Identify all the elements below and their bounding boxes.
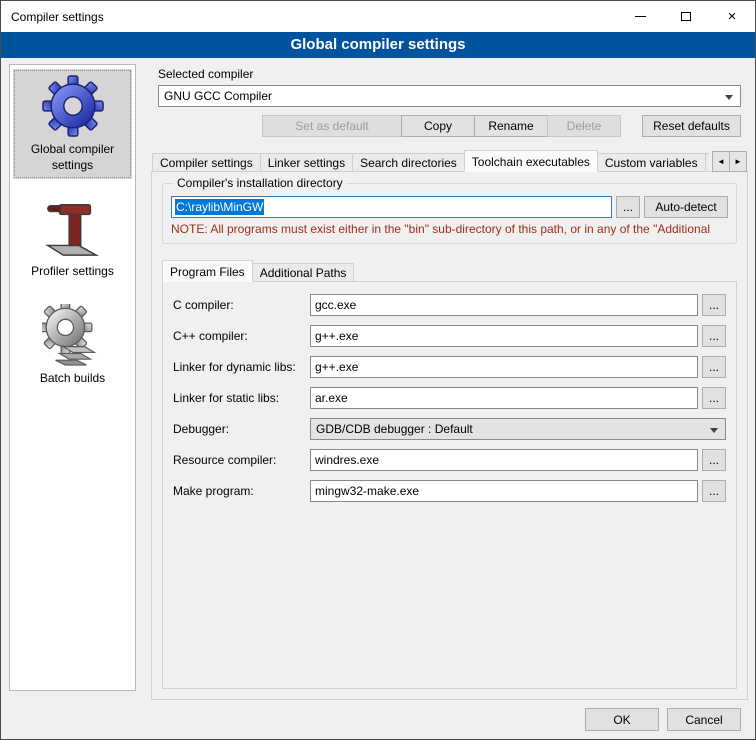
program-files-panel: C compiler: ... C++ compiler: ... Linker… [162,281,737,689]
maximize-button[interactable] [663,1,709,32]
installation-directory-row: C:\raylib\MinGW ... Auto-detect [171,196,728,218]
scroll-tabs-left-icon[interactable]: ◄ [712,151,730,172]
copy-button[interactable]: Copy [401,115,475,137]
installation-directory-groupbox: Compiler's installation directory C:\ray… [162,176,737,244]
browse-resource-compiler-button[interactable]: ... [702,449,726,471]
debugger-select[interactable]: GDB/CDB debugger : Default [310,418,726,440]
tab-scroll-arrows: ◄ ► [713,151,747,172]
auto-detect-button[interactable]: Auto-detect [644,196,728,218]
field-label: C compiler: [173,298,310,312]
field-label: C++ compiler: [173,329,310,343]
field-row-make-program: Make program: ... [173,480,726,502]
sidebar-item-label: Batch builds [40,371,105,387]
installation-directory-legend: Compiler's installation directory [173,176,347,190]
selected-path-text: C:\raylib\MinGW [175,199,264,215]
subtab-program-files[interactable]: Program Files [162,260,253,282]
titlebar[interactable]: Compiler settings × [1,1,755,32]
field-label: Make program: [173,484,310,498]
tab-compiler-settings[interactable]: Compiler settings [152,153,261,172]
browse-cpp-compiler-button[interactable]: ... [702,325,726,347]
debugger-value: GDB/CDB debugger : Default [316,422,473,436]
field-label: Resource compiler: [173,453,310,467]
chevron-down-icon [725,95,733,100]
compiler-actions: Set as default Copy Rename Delete Reset … [158,115,741,137]
blue-gear-icon [41,74,105,138]
field-row-cpp-compiler: C++ compiler: ... [173,325,726,347]
rename-button[interactable]: Rename [474,115,548,137]
set-as-default-button: Set as default [262,115,402,137]
resource-compiler-input[interactable] [310,449,698,471]
main-panel: Selected compiler GNU GCC Compiler Set a… [146,58,749,706]
field-label: Debugger: [173,422,310,436]
field-row-linker-static: Linker for static libs: ... [173,387,726,409]
compiler-settings-window: Compiler settings × Global compiler sett… [0,0,756,740]
program-files-tabstrip: Program Files Additional Paths [162,260,354,282]
reset-defaults-button[interactable]: Reset defaults [642,115,741,137]
browse-linker-static-button[interactable]: ... [702,387,726,409]
selected-compiler-label: Selected compiler [158,67,253,81]
settings-sidebar: Global compiler settings Profiler settin… [9,64,136,691]
field-label: Linker for static libs: [173,391,310,405]
window-title: Compiler settings [1,10,104,24]
maximize-icon [681,12,691,21]
field-row-debugger: Debugger: GDB/CDB debugger : Default [173,418,726,440]
tab-build-options[interactable]: Buil [705,153,709,172]
installation-directory-input[interactable]: C:\raylib\MinGW [171,196,612,218]
field-row-c-compiler: C compiler: ... [173,294,726,316]
close-button[interactable]: × [709,1,755,32]
page-title: Global compiler settings [1,32,755,58]
tab-custom-variables[interactable]: Custom variables [597,153,706,172]
selected-compiler-value: GNU GCC Compiler [164,89,272,103]
browse-make-program-button[interactable]: ... [702,480,726,502]
note-text: NOTE: All programs must exist either in … [171,222,728,236]
sidebar-item-batch-builds[interactable]: Batch builds [13,298,132,393]
toolchain-executables-panel: Compiler's installation directory C:\ray… [151,171,748,700]
minimize-button[interactable] [617,1,663,32]
ok-button[interactable]: OK [585,708,659,731]
linker-static-input[interactable] [310,387,698,409]
browse-linker-dynamic-button[interactable]: ... [702,356,726,378]
chevron-down-icon [710,428,718,433]
field-row-resource-compiler: Resource compiler: ... [173,449,726,471]
close-icon: × [728,9,737,24]
minimize-icon [635,16,646,17]
tab-search-directories[interactable]: Search directories [352,153,465,172]
cpp-compiler-input[interactable] [310,325,698,347]
sidebar-item-global-compiler-settings[interactable]: Global compiler settings [13,69,132,179]
tab-toolchain-executables[interactable]: Toolchain executables [464,150,598,172]
field-label: Linker for dynamic libs: [173,360,310,374]
sidebar-item-label: Profiler settings [31,264,114,280]
sidebar-item-profiler-settings[interactable]: Profiler settings [13,191,132,286]
delete-button: Delete [547,115,621,137]
subtab-additional-paths[interactable]: Additional Paths [252,263,355,282]
make-program-input[interactable] [310,480,698,502]
field-row-linker-dynamic: Linker for dynamic libs: ... [173,356,726,378]
settings-tabstrip: Compiler settings Linker settings Search… [152,150,709,172]
browse-directory-button[interactable]: ... [616,196,640,218]
scroll-tabs-right-icon[interactable]: ► [729,151,747,172]
profiler-clamp-icon [41,196,105,260]
window-controls: × [617,1,755,32]
sidebar-item-label: Global compiler settings [15,142,130,173]
selected-compiler-combobox[interactable]: GNU GCC Compiler [158,85,741,107]
linker-dynamic-input[interactable] [310,356,698,378]
c-compiler-input[interactable] [310,294,698,316]
cancel-button[interactable]: Cancel [667,708,741,731]
gray-gear-stack-icon [41,303,105,367]
browse-c-compiler-button[interactable]: ... [702,294,726,316]
tab-linker-settings[interactable]: Linker settings [260,153,353,172]
